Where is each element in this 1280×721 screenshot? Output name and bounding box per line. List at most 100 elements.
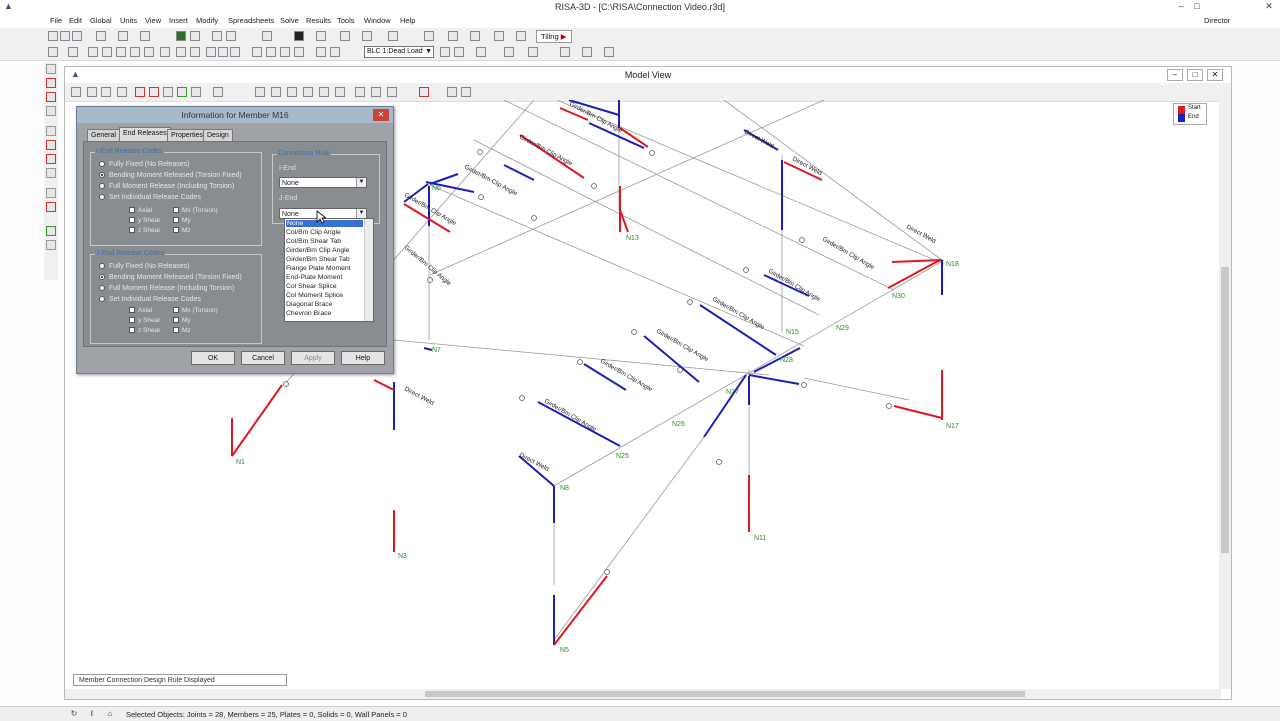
save-selection-icon[interactable] [213, 87, 223, 97]
i-mz-check[interactable]: Mz [173, 227, 191, 234]
solid-select-icon[interactable] [335, 87, 345, 97]
tiling-button[interactable]: Tiling ▶ [536, 30, 572, 43]
menu-file[interactable]: File [50, 16, 62, 25]
node-icon[interactable] [88, 47, 98, 57]
i-individual-codes-radio[interactable]: Set Individual Release Codes [99, 194, 201, 201]
dropdown-option[interactable]: Diagonal Brace [286, 301, 332, 308]
camera-icon[interactable] [68, 47, 78, 57]
member-select-icon[interactable] [303, 87, 313, 97]
deflection-icon[interactable] [330, 47, 340, 57]
delete-icon[interactable] [419, 87, 429, 97]
snap-icon[interactable]: ↻ [68, 709, 80, 719]
rotate-x-icon[interactable] [160, 47, 170, 57]
boundary-icon[interactable] [46, 92, 56, 102]
dropdown-option[interactable]: End-Plate Moment [286, 274, 342, 281]
table-icon[interactable] [316, 31, 326, 41]
rectangle-icon[interactable] [424, 31, 434, 41]
vertical-scrollbar[interactable] [1219, 101, 1231, 689]
chart-icon[interactable] [362, 31, 372, 41]
undo-icon[interactable] [118, 31, 128, 41]
panel-select-icon[interactable] [371, 87, 381, 97]
line-select-icon[interactable] [255, 87, 265, 97]
axis-icon[interactable] [582, 47, 592, 57]
print-icon[interactable] [96, 31, 106, 41]
menu-spreadsheets[interactable]: Spreadsheets [228, 16, 274, 25]
dropdown-scrollbar[interactable] [364, 219, 373, 321]
rotate-y-icon[interactable] [176, 47, 186, 57]
menu-help[interactable]: Help [400, 16, 415, 25]
dropdown-option[interactable]: Col/Bm Shear Tab [286, 238, 341, 245]
copy-icon[interactable] [447, 87, 457, 97]
view-xy-icon[interactable] [206, 47, 216, 57]
dialog-titlebar[interactable]: Information for Member M16 ✕ [77, 107, 393, 123]
apply-button[interactable]: Apply [291, 351, 335, 365]
criteria-select-icon[interactable] [191, 87, 201, 97]
model-view-icon[interactable] [294, 31, 304, 41]
diaphragm-icon[interactable] [46, 240, 56, 250]
draw-members-icon[interactable] [46, 64, 56, 74]
select-box-icon[interactable] [101, 87, 111, 97]
zoom-previous-icon[interactable] [294, 47, 304, 57]
isometric-icon[interactable] [48, 47, 58, 57]
dropdown-option[interactable]: Flange Plate Moment [286, 265, 351, 272]
joint-select-icon[interactable] [287, 87, 297, 97]
i-end-connection-select[interactable]: None ▼ [279, 177, 367, 188]
grid-snap-icon[interactable] [516, 31, 526, 41]
dropdown-option[interactable]: Girder/Bm Shear Tab [286, 256, 350, 263]
j-bending-released-radio[interactable]: Bending Moment Released (Torsion Fixed) [99, 274, 242, 281]
menu-tools[interactable]: Tools [337, 16, 355, 25]
vertical-scroll-thumb[interactable] [1221, 267, 1229, 553]
menu-edit[interactable]: Edit [69, 16, 82, 25]
results-display-icon[interactable] [476, 47, 486, 57]
j-mz-check[interactable]: Mz [173, 327, 191, 334]
distributed-load-icon[interactable] [454, 47, 464, 57]
i-zshear-check[interactable]: z Shear [129, 227, 160, 234]
close-button[interactable]: ✕ [1262, 1, 1276, 12]
animate-icon[interactable] [504, 47, 514, 57]
insert-joint-icon[interactable] [46, 106, 56, 116]
view-xz-icon[interactable] [218, 47, 228, 57]
code-check-icon[interactable] [528, 47, 538, 57]
j-yshear-check[interactable]: y Shear [129, 317, 160, 324]
new-file-icon[interactable] [48, 31, 58, 41]
wall-select-icon[interactable] [355, 87, 365, 97]
point-load-icon[interactable] [46, 168, 56, 178]
member-icon[interactable] [470, 31, 480, 41]
zoom-in-icon[interactable] [252, 47, 262, 57]
menu-results[interactable]: Results [306, 16, 331, 25]
plate-select-icon[interactable] [319, 87, 329, 97]
help-button[interactable]: Help [341, 351, 385, 365]
redo-icon[interactable] [140, 31, 150, 41]
dropdown-option[interactable]: Col/Bm Clip Angle [286, 229, 341, 236]
results-icon[interactable] [190, 31, 200, 41]
menu-window[interactable]: Window [364, 16, 391, 25]
dialog-close-button[interactable]: ✕ [373, 109, 389, 121]
draw-icon[interactable]: ℓ [86, 709, 98, 719]
wall-panel-icon[interactable] [46, 226, 56, 236]
modify-joints-icon[interactable] [46, 154, 56, 164]
j-mx-check[interactable]: Mx (Torsion) [173, 307, 218, 314]
i-yshear-check[interactable]: y Shear [129, 217, 160, 224]
grid-icon[interactable] [226, 31, 236, 41]
j-individual-codes-radio[interactable]: Set Individual Release Codes [99, 296, 201, 303]
table-grid-icon[interactable] [461, 87, 471, 97]
ruler-icon[interactable] [560, 47, 570, 57]
view-yz-icon[interactable] [230, 47, 240, 57]
restore-button[interactable]: □ [1190, 1, 1204, 12]
j-my-check[interactable]: My [173, 317, 191, 324]
invert-selection-icon[interactable] [163, 87, 173, 97]
magnify-icon[interactable] [604, 47, 614, 57]
distributed-loads-icon[interactable] [46, 188, 56, 198]
menu-view[interactable]: View [145, 16, 161, 25]
render-icon[interactable] [316, 47, 326, 57]
i-my-check[interactable]: My [173, 217, 191, 224]
spreadsheet-icon[interactable] [212, 31, 222, 41]
i-mx-check[interactable]: Mx (Torsion) [173, 207, 218, 214]
save-icon[interactable] [72, 31, 82, 41]
zoom-box-icon[interactable] [280, 47, 290, 57]
surface-load-icon[interactable] [46, 202, 56, 212]
menu-modify[interactable]: Modify [196, 16, 218, 25]
cancel-button[interactable]: Cancel [241, 351, 285, 365]
close-window-button[interactable]: ✕ [1207, 69, 1223, 81]
modify-plates-icon[interactable] [46, 140, 56, 150]
